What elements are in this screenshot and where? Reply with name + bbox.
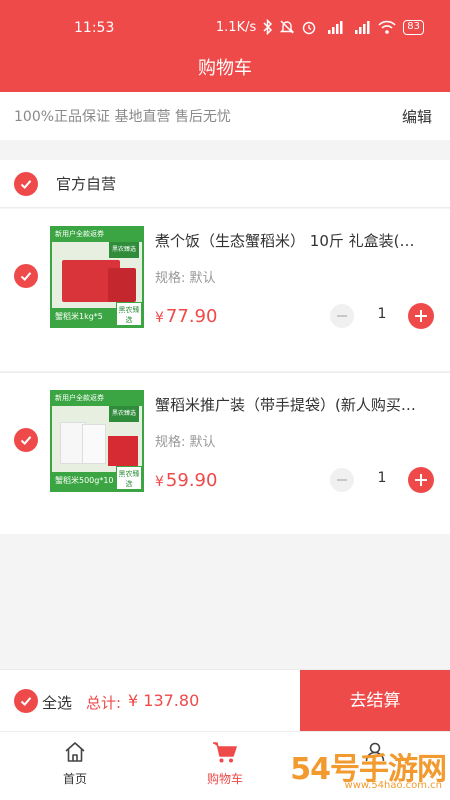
price-value: 59.90	[165, 470, 218, 491]
check-icon	[20, 179, 32, 189]
hd-signal-icon	[351, 18, 371, 36]
checkout-button[interactable]: 去结算	[300, 670, 450, 732]
alarm-icon	[301, 18, 317, 36]
watermark-logo: 54号手游网 www.54hao.com.cn	[290, 744, 447, 791]
watermark-url: www.54hao.com.cn	[344, 780, 442, 791]
price-value: 77.90	[165, 306, 218, 327]
thumb-corner-badge: 黑农臻选	[116, 302, 142, 326]
thumb-badge: 黑农臻选	[109, 242, 139, 258]
item-checkbox[interactable]	[14, 264, 38, 288]
checkout-bar: 全选 总计: ¥ 137.80 去结算	[0, 669, 450, 732]
notice-bar: 100%正品保证 基地直营 售后无忧 编辑	[0, 92, 450, 140]
thumb-bottom-text: 蟹稻米1kg*5	[55, 312, 103, 321]
thumb-top-text: 新用户全款返券	[55, 230, 104, 238]
check-icon	[20, 436, 32, 445]
tab-home[interactable]: 首页	[35, 740, 115, 787]
product-image[interactable]: 新用户全款返券 黑农臻选 蟹稻米1kg*5 黑农臻选	[50, 226, 144, 328]
store-row: 官方自营	[0, 160, 450, 208]
product-price: ¥59.90	[155, 470, 217, 491]
product-title[interactable]: 煮个饭（生态蟹稻米） 10斤 礼盒装(…	[155, 230, 440, 251]
guarantee-text: 100%正品保证 基地直营 售后无忧	[14, 109, 231, 125]
cart-item: 新用户全款返券 黑农臻选 蟹稻米1kg*5 黑农臻选 煮个饭（生态蟹稻米） 10…	[0, 209, 450, 371]
status-icons: 1.1K/s 83	[216, 18, 424, 36]
product-image[interactable]: 新用户全款返券 黑农臻选 蟹稻米500g*10 黑农臻选	[50, 390, 144, 492]
hd-signal-icon	[324, 18, 344, 36]
increase-button[interactable]	[408, 303, 434, 329]
tab-label: 购物车	[206, 772, 243, 786]
tab-cart[interactable]: 购物车	[185, 740, 265, 787]
decrease-button[interactable]	[330, 468, 354, 492]
status-bar: 11:53 1.1K/s 83	[0, 0, 450, 46]
product-title[interactable]: 蟹稻米推广装（带手提袋）(新人购买…	[155, 394, 440, 415]
handbag	[108, 436, 138, 466]
thumb-bottom-text: 蟹稻米500g*10	[55, 476, 114, 485]
status-time: 11:53	[74, 20, 115, 36]
page-title: 购物车	[198, 58, 252, 79]
select-all-label[interactable]: 全选	[42, 692, 72, 713]
check-icon	[20, 697, 32, 706]
gift-box-side	[108, 268, 136, 302]
quantity-value: 1	[377, 470, 387, 486]
total-amount: ¥ 137.80	[128, 691, 200, 710]
select-all-checkbox[interactable]	[14, 689, 38, 713]
product-price: ¥77.90	[155, 306, 217, 327]
mute-icon	[280, 18, 295, 36]
increase-button[interactable]	[408, 467, 434, 493]
thumb-badge: 黑农臻选	[109, 406, 139, 422]
home-icon	[65, 742, 85, 762]
decrease-button[interactable]	[330, 304, 354, 328]
total-label: 总计:	[86, 694, 122, 712]
product-spec: 规格: 默认	[155, 435, 216, 450]
edit-button[interactable]: 编辑	[402, 106, 432, 127]
bluetooth-icon	[263, 18, 273, 36]
thumb-top-text: 新用户全款返券	[55, 394, 104, 402]
cart-icon	[213, 742, 237, 763]
network-speed: 1.1K/s	[215, 19, 257, 35]
store-checkbox[interactable]	[14, 171, 38, 196]
store-name: 官方自营	[56, 175, 117, 193]
currency-symbol: ¥	[155, 474, 164, 490]
item-checkbox[interactable]	[14, 428, 38, 452]
currency-symbol: ¥	[155, 310, 164, 326]
rice-bag	[82, 424, 106, 464]
tab-label: 首页	[62, 772, 87, 786]
battery-icon: 83	[403, 19, 424, 35]
thumb-corner-badge: 黑农臻选	[116, 466, 142, 490]
quantity-value: 1	[377, 306, 387, 322]
cart-item: 新用户全款返券 黑农臻选 蟹稻米500g*10 黑农臻选 蟹稻米推广装（带手提袋…	[0, 372, 450, 534]
check-icon	[20, 272, 32, 281]
wifi-icon	[378, 18, 396, 36]
header: 购物车	[0, 46, 450, 92]
product-spec: 规格: 默认	[155, 271, 216, 286]
